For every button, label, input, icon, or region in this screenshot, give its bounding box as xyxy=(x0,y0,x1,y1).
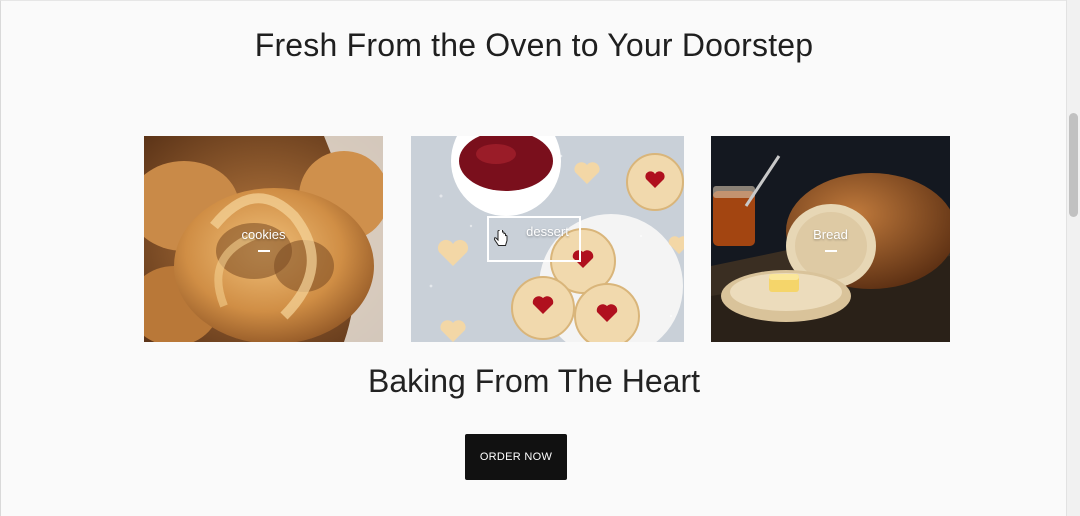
category-label: cookies xyxy=(241,226,286,242)
tile-overlay: dessert xyxy=(411,136,684,342)
hand-cursor-icon xyxy=(494,230,508,246)
scrollbar-thumb[interactable] xyxy=(1069,113,1078,217)
page-headline: Fresh From the Oven to Your Doorstep xyxy=(254,27,814,63)
category-tile-cookies[interactable]: cookies xyxy=(144,136,383,342)
order-now-button[interactable]: ORDER NOW xyxy=(465,434,567,480)
label-underline xyxy=(824,249,837,252)
category-tile-bread[interactable]: Bread xyxy=(711,136,950,342)
category-tile-dessert[interactable]: dessert xyxy=(411,136,684,342)
tile-overlay: Bread xyxy=(711,136,950,342)
section-subheading: Baking From The Heart xyxy=(368,363,700,399)
category-label: Bread xyxy=(813,226,848,242)
category-label: dessert xyxy=(526,224,569,239)
page: Fresh From the Oven to Your Doorstep coo… xyxy=(0,0,1066,516)
tile-overlay: cookies xyxy=(144,136,383,342)
label-underline xyxy=(257,249,270,252)
vertical-scrollbar[interactable] xyxy=(1066,0,1080,516)
